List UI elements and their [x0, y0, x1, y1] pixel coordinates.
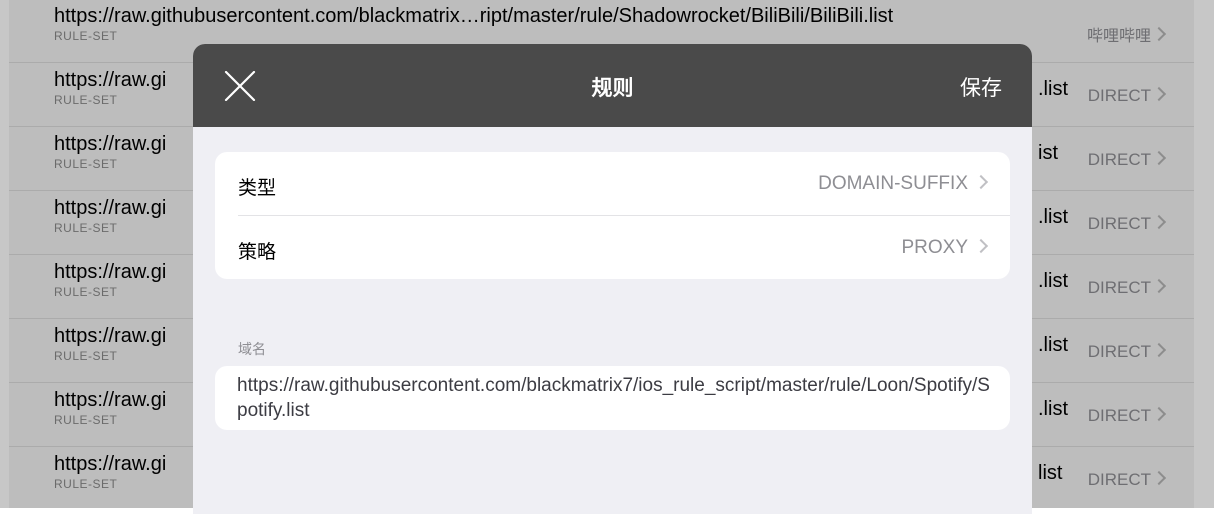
policy-label: 策略 [238, 242, 277, 263]
domain-field[interactable]: https://raw.githubusercontent.com/blackm… [215, 366, 1010, 430]
domain-value[interactable]: https://raw.githubusercontent.com/blackm… [237, 373, 997, 423]
chevron-right-icon [973, 174, 989, 190]
type-label: 类型 [238, 178, 277, 199]
chevron-right-icon [973, 238, 989, 254]
type-value: DOMAIN-SUFFIX [818, 173, 989, 195]
modal-title: 规则 [591, 77, 634, 100]
type-row[interactable]: 类型 DOMAIN-SUFFIX [215, 152, 1010, 215]
rule-edit-modal: 规则 保存 类型 DOMAIN-SUFFIX 策略 PROXY 域名 https… [193, 44, 1032, 514]
domain-section-label: 域名 [238, 341, 266, 357]
save-button[interactable]: 保存 [960, 72, 1002, 102]
rule-settings-card: 类型 DOMAIN-SUFFIX 策略 PROXY [215, 152, 1010, 279]
modal-header: 规则 保存 [193, 44, 1032, 127]
policy-row[interactable]: 策略 PROXY [215, 216, 1010, 279]
policy-value: PROXY [901, 237, 989, 259]
